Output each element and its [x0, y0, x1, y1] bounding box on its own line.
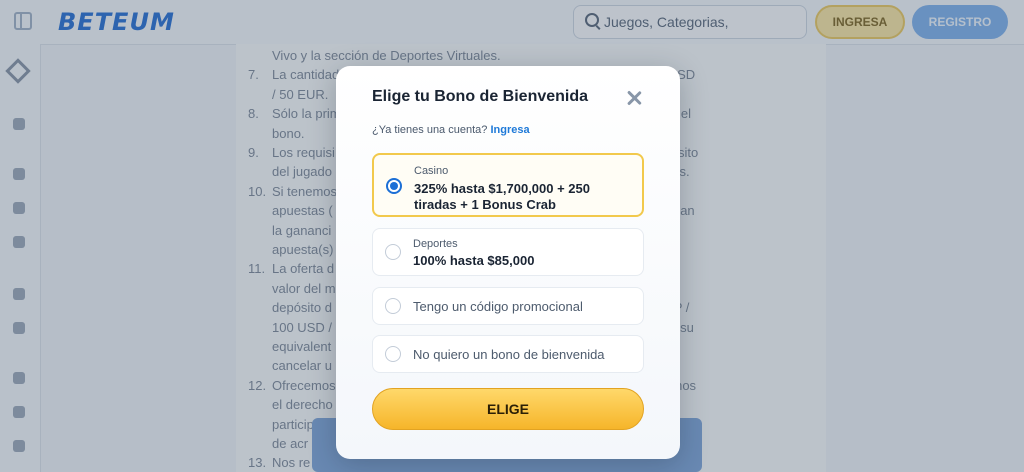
option-text: 325% hasta $1,700,000 + 250: [414, 181, 591, 196]
welcome-bonus-modal: Elige tu Bono de Bienvenida ¿Ya tienes u…: [336, 66, 680, 459]
radio-no-bonus[interactable]: [385, 346, 401, 362]
option-deportes[interactable]: Deportes 100% hasta $85,000: [372, 228, 644, 276]
close-icon[interactable]: [626, 90, 642, 106]
option-label: Casino: [414, 165, 449, 177]
elige-button[interactable]: ELIGE: [372, 388, 644, 430]
option-promo-code[interactable]: Tengo un código promocional: [372, 287, 644, 325]
option-no-bonus[interactable]: No quiero un bono de bienvenida: [372, 335, 644, 373]
radio-promo-code[interactable]: [385, 298, 401, 314]
option-text: No quiero un bono de bienvenida: [413, 347, 605, 362]
radio-casino[interactable]: [386, 178, 402, 194]
option-casino[interactable]: Casino 325% hasta $1,700,000 + 250 tirad…: [372, 153, 644, 217]
option-text: Tengo un código promocional: [413, 299, 583, 314]
option-label: Deportes: [413, 238, 458, 250]
account-question: ¿Ya tienes una cuenta? Ingresa: [372, 124, 530, 136]
radio-deportes[interactable]: [385, 244, 401, 260]
modal-title: Elige tu Bono de Bienvenida: [372, 88, 589, 105]
option-text: 100% hasta $85,000: [413, 253, 535, 268]
option-text: tiradas + 1 Bonus Crab: [414, 197, 556, 212]
login-link[interactable]: Ingresa: [490, 124, 529, 136]
